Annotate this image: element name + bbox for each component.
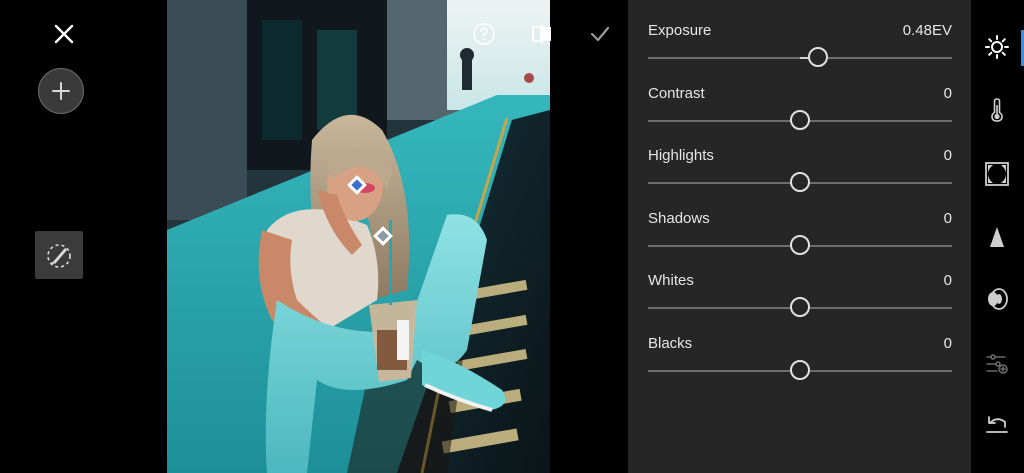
exposure-slider[interactable]	[648, 46, 952, 70]
adjustment-exposure: Exposure 0.48EV	[648, 22, 952, 72]
color-thermometer-icon	[991, 98, 1003, 122]
help-button[interactable]	[472, 22, 496, 46]
adjustment-blacks: Blacks 0	[648, 335, 952, 385]
compare-button[interactable]	[530, 22, 554, 46]
confirm-button[interactable]	[588, 22, 612, 46]
slider-thumb[interactable]	[808, 47, 829, 67]
shadows-slider[interactable]	[648, 234, 952, 258]
close-button[interactable]	[50, 20, 78, 48]
photo-editor: Exposure 0.48EV Contrast 0 Highlights 0	[0, 0, 1024, 473]
add-button[interactable]	[38, 68, 84, 114]
compare-icon	[532, 24, 551, 44]
light-tool-button[interactable]	[984, 34, 1010, 60]
edited-photo	[167, 0, 550, 473]
help-icon	[473, 23, 495, 45]
geometry-sliders-icon	[986, 354, 1008, 374]
light-adjustments-panel: Exposure 0.48EV Contrast 0 Highlights 0	[628, 0, 971, 473]
contrast-slider[interactable]	[648, 109, 952, 133]
slider-thumb[interactable]	[790, 297, 810, 317]
slider-thumb[interactable]	[790, 360, 810, 380]
adjustment-label: Shadows	[648, 210, 710, 227]
checkmark-icon	[590, 26, 610, 42]
optics-tool-button[interactable]	[984, 286, 1010, 312]
brush-healing-icon	[47, 244, 71, 268]
adjustment-shadows: Shadows 0	[648, 210, 952, 260]
tool-strip	[971, 0, 1024, 473]
adjustment-label: Whites	[648, 272, 694, 289]
highlights-slider[interactable]	[648, 171, 952, 195]
adjustment-label: Blacks	[648, 335, 693, 352]
adjustment-whites: Whites 0	[648, 272, 952, 322]
effects-tool-button[interactable]	[984, 161, 1010, 187]
adjustment-value: 0	[943, 85, 952, 102]
adjustment-value: 0	[943, 335, 952, 352]
close-icon	[54, 24, 74, 44]
slider-thumb[interactable]	[790, 235, 810, 255]
undo-tool-button[interactable]	[984, 412, 1010, 438]
adjustment-value: 0.48EV	[902, 22, 952, 39]
undo-icon	[986, 416, 1008, 433]
adjustment-value: 0	[943, 272, 952, 289]
blacks-slider[interactable]	[648, 359, 952, 383]
detail-tool-button[interactable]	[984, 224, 1010, 250]
effects-vignette-icon	[985, 162, 1009, 186]
adjustment-contrast: Contrast 0	[648, 85, 952, 135]
detail-triangle-icon	[990, 227, 1004, 247]
adjustment-highlights: Highlights 0	[648, 147, 952, 197]
slider-thumb[interactable]	[790, 110, 810, 130]
geometry-tool-button	[984, 350, 1010, 376]
photo-gap	[550, 0, 628, 473]
adjustment-label: Highlights	[648, 147, 714, 164]
adjustment-label: Exposure	[648, 22, 712, 39]
slider-thumb[interactable]	[790, 172, 810, 192]
light-sun-icon	[985, 35, 1009, 59]
adjustment-label: Contrast	[648, 85, 705, 102]
plus-icon	[52, 82, 70, 100]
left-toolbar	[0, 0, 167, 473]
optics-lens-icon	[988, 288, 1008, 310]
adjustment-value: 0	[943, 210, 952, 227]
adjustment-value: 0	[943, 147, 952, 164]
color-tool-button[interactable]	[984, 97, 1010, 123]
healing-brush-button[interactable]	[35, 231, 83, 279]
photo-canvas[interactable]	[167, 0, 550, 473]
whites-slider[interactable]	[648, 296, 952, 320]
